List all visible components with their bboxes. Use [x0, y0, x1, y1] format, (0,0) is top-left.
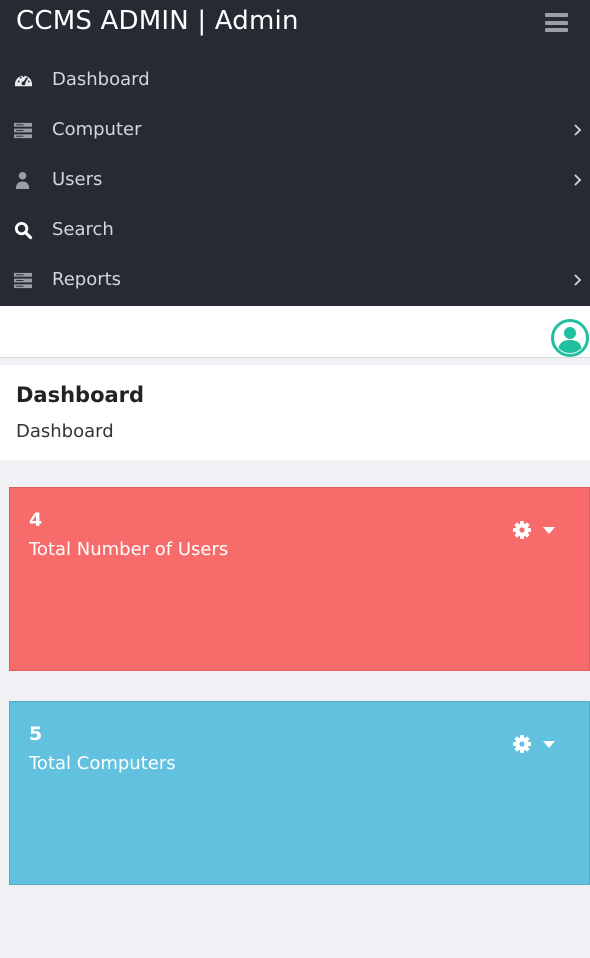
- nav-item-search[interactable]: Search: [0, 205, 590, 255]
- stat-value: 5: [29, 723, 43, 745]
- page-title: Dashboard: [16, 383, 145, 407]
- chevron-right-icon: [574, 124, 582, 136]
- nav-item-label: Users: [52, 169, 103, 190]
- nav-item-reports[interactable]: Reports: [0, 255, 590, 305]
- nav-item-dashboard[interactable]: Dashboard: [0, 55, 590, 105]
- sidebar-nav: CCMS ADMIN | Admin Dashboard Computer Us…: [0, 0, 590, 306]
- gear-icon: [513, 735, 531, 753]
- page-header: Dashboard Dashboard: [0, 365, 590, 460]
- card-options-button[interactable]: [512, 520, 556, 540]
- chevron-right-icon: [574, 174, 582, 186]
- caret-down-icon: [543, 741, 555, 748]
- nav-item-label: Search: [52, 219, 114, 240]
- chevron-right-icon: [574, 274, 582, 286]
- menu-toggle-icon[interactable]: [545, 13, 568, 32]
- nav-item-label: Computer: [52, 119, 142, 140]
- user-icon: [15, 171, 30, 190]
- app-brand[interactable]: CCMS ADMIN | Admin: [16, 4, 299, 38]
- caret-down-icon: [543, 527, 555, 534]
- stat-label: Total Computers: [29, 753, 176, 774]
- breadcrumb: Dashboard: [16, 421, 114, 442]
- dashboard-icon: [14, 75, 33, 87]
- gear-icon: [513, 521, 531, 539]
- stat-card-users: 4 Total Number of Users: [9, 487, 590, 671]
- user-circle-icon[interactable]: [550, 318, 590, 358]
- server-icon: [14, 122, 33, 139]
- stat-card-computers: 5 Total Computers: [9, 701, 590, 885]
- stat-value: 4: [29, 509, 43, 531]
- search-icon: [14, 221, 33, 240]
- card-options-button[interactable]: [512, 734, 556, 754]
- top-bar: [0, 306, 590, 358]
- server-icon: [14, 272, 33, 289]
- nav-item-computer[interactable]: Computer: [0, 105, 590, 155]
- stat-label: Total Number of Users: [29, 539, 229, 560]
- nav-item-label: Dashboard: [52, 69, 150, 90]
- nav-item-label: Reports: [52, 269, 122, 290]
- nav-item-users[interactable]: Users: [0, 155, 590, 205]
